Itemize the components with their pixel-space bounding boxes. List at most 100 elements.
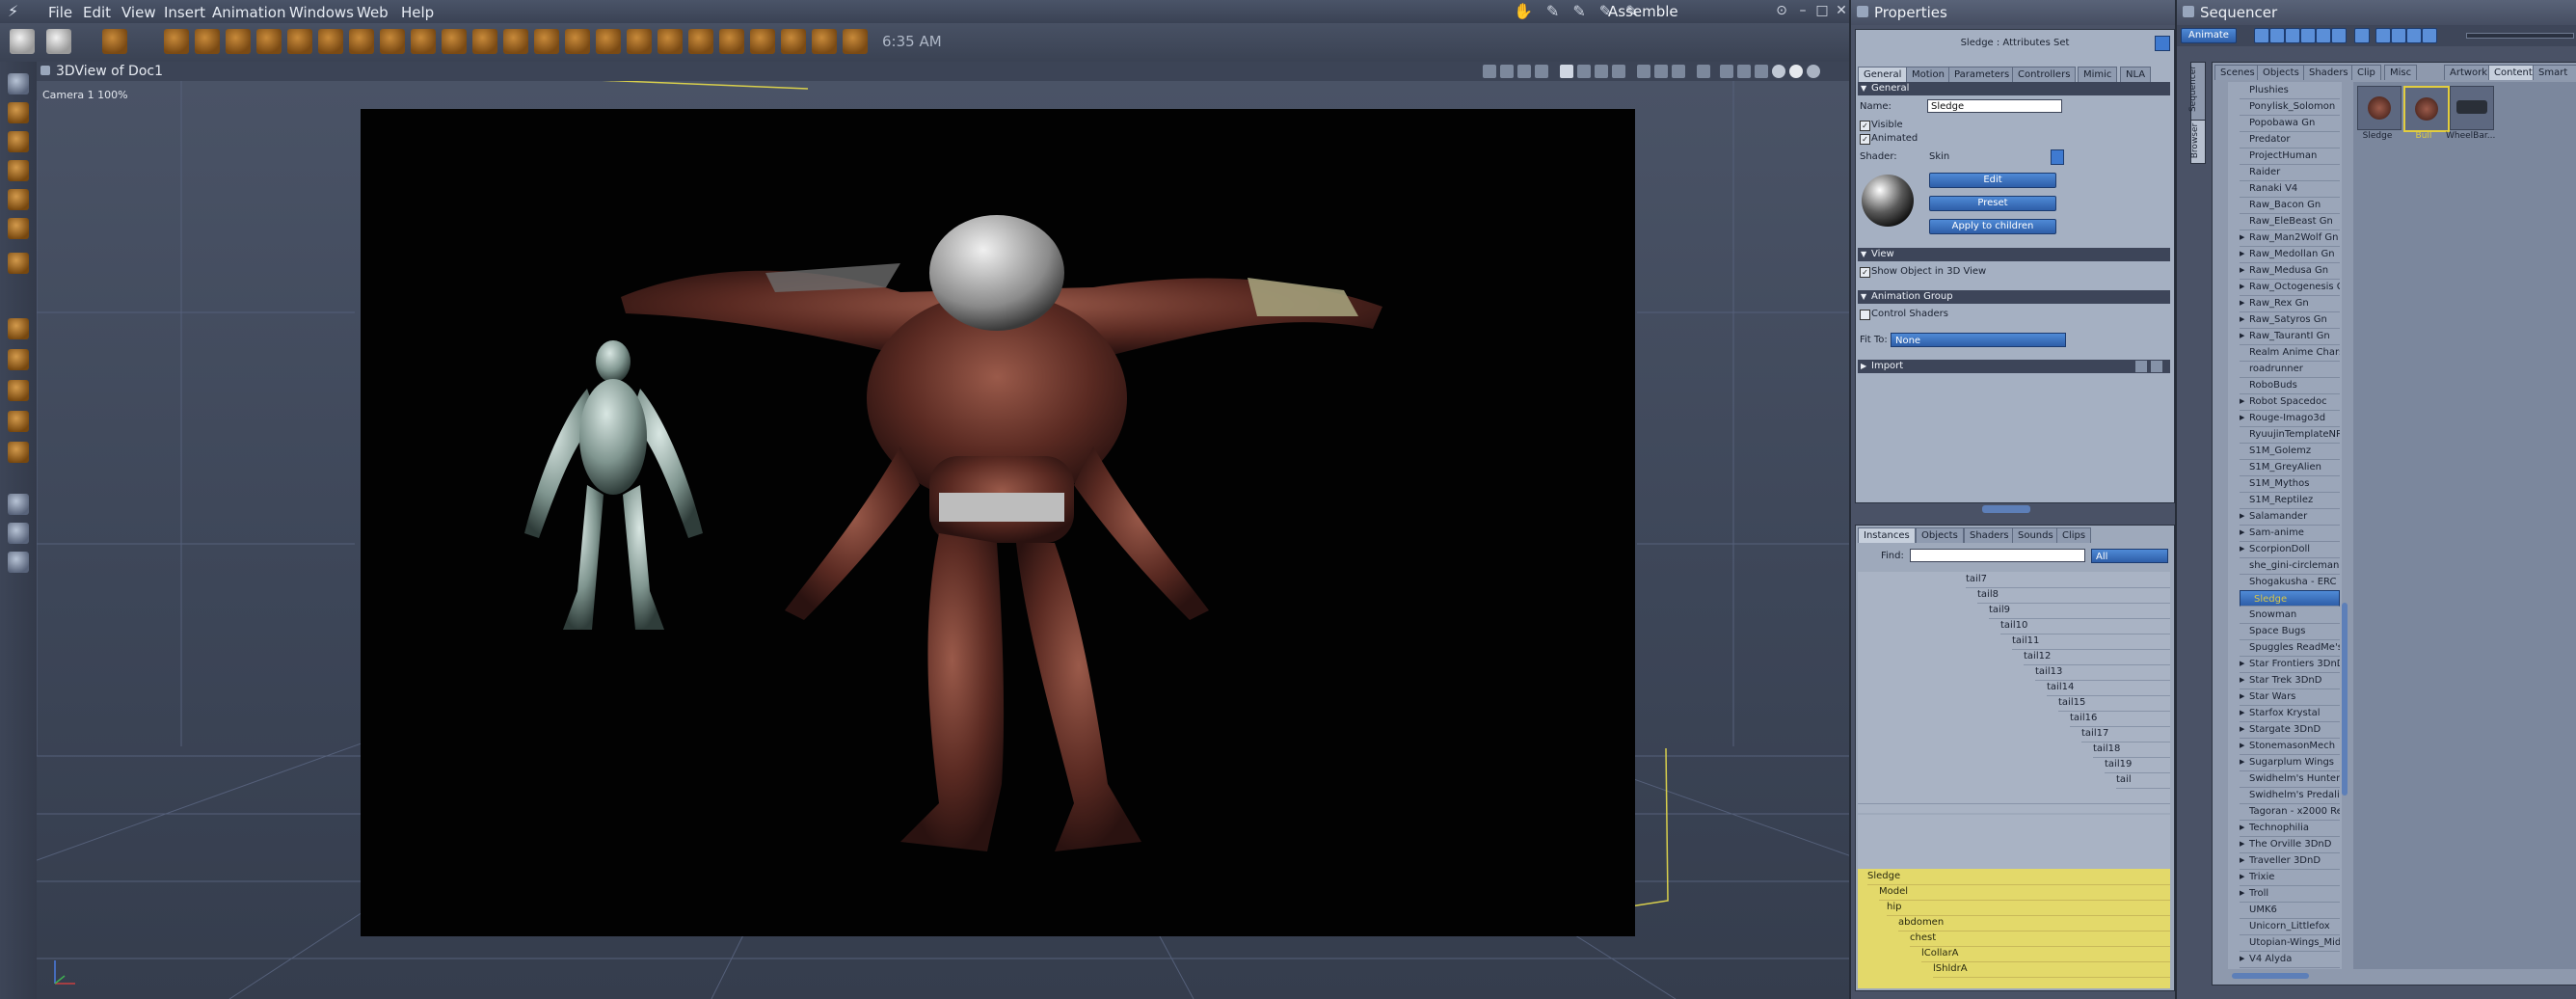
content-folder-item[interactable]: Utopian-Wings_Midnig	[2240, 934, 2340, 952]
content-folder-item[interactable]: Spuggles ReadMe's	[2240, 639, 2340, 657]
preview-icon-3[interactable]	[1755, 65, 1768, 78]
scale-gizmo-icon[interactable]	[8, 411, 29, 432]
content-folder-item[interactable]: ▶ Raw_Medusa Gn	[2240, 262, 2340, 280]
tree-row[interactable]: tail17	[2081, 726, 2170, 742]
control-shaders-checkbox[interactable]	[1860, 310, 1870, 320]
expand-arrow-icon[interactable]: ▶	[2240, 246, 2247, 262]
move-tool-icon[interactable]	[8, 102, 29, 123]
hand-tool-icon[interactable]	[46, 29, 71, 54]
name-field[interactable]: Sledge	[1927, 99, 2062, 113]
expand-arrow-icon[interactable]: ▶	[2240, 311, 2247, 328]
show-in-3d-checkbox[interactable]: ✓	[1860, 267, 1870, 278]
tab-misc[interactable]: Misc	[2384, 65, 2418, 80]
particles-icon[interactable]	[657, 29, 683, 54]
tree-row[interactable]: tail13	[2035, 664, 2170, 681]
tree-row[interactable]: tail10	[2000, 618, 2170, 634]
menu-file[interactable]: File	[48, 4, 72, 21]
hierarchy-row[interactable]: lCollarA	[1921, 946, 2170, 962]
animate-button[interactable]: Animate	[2181, 28, 2237, 43]
expand-arrow-icon[interactable]: ▶	[2240, 820, 2247, 836]
content-folder-item[interactable]: Tagoran - x2000 Read	[2240, 803, 2340, 821]
expand-arrow-icon[interactable]: ▶	[2240, 508, 2247, 525]
terrain-icon[interactable]	[472, 29, 497, 54]
menu-animation[interactable]: Animation	[212, 4, 285, 21]
content-folder-item[interactable]: Sledge	[2240, 590, 2340, 607]
zoom-icon[interactable]	[8, 552, 29, 573]
thumbnail-sledge[interactable]	[2357, 86, 2402, 130]
shading-icon-1[interactable]	[1637, 65, 1650, 78]
wave-icon[interactable]	[688, 29, 713, 54]
tab-content[interactable]: Content	[2488, 65, 2538, 80]
tab-shaders[interactable]: Shaders	[1964, 527, 2015, 543]
hair-icon[interactable]	[596, 29, 621, 54]
content-folder-item[interactable]: UMK6	[2240, 902, 2340, 919]
tree-row[interactable]: tail	[2116, 772, 2170, 789]
step-forward-icon[interactable]	[2316, 28, 2331, 43]
hierarchy-row[interactable]: lShldrA	[1933, 961, 2170, 978]
content-folder-item[interactable]: ▶ Troll	[2240, 885, 2340, 903]
side-tab-sequencer[interactable]: Sequencer	[2188, 62, 2206, 122]
sphere-shade-icon-3[interactable]	[1807, 65, 1820, 78]
content-folder-item[interactable]: ▶ Star Frontiers 3DnD	[2240, 656, 2340, 673]
expand-arrow-icon[interactable]: ▶	[2240, 295, 2247, 311]
preset-button[interactable]: Preset	[1929, 196, 2056, 211]
content-folder-item[interactable]: S1M_Mythos	[2240, 475, 2340, 493]
cone-primitive-icon[interactable]	[256, 29, 282, 54]
tree-row[interactable]: tail18	[2093, 742, 2170, 758]
expand-arrow-icon[interactable]: ▶	[2240, 262, 2247, 279]
content-folder-item[interactable]: ▶ Raw_TaurantI Gn	[2240, 328, 2340, 345]
animation-group-header[interactable]: Animation Group	[1858, 290, 2170, 304]
tab-general[interactable]: General	[1858, 67, 1908, 82]
expand-arrow-icon[interactable]: ▶	[2240, 852, 2247, 869]
single-view-icon[interactable]	[1560, 65, 1573, 78]
group-icon[interactable]	[750, 29, 775, 54]
camera-icon[interactable]	[380, 29, 405, 54]
preview-icon-1[interactable]	[1720, 65, 1733, 78]
view-section-header[interactable]: View	[1858, 248, 2170, 261]
expand-arrow-icon[interactable]: ▶	[2240, 705, 2247, 721]
light-icon[interactable]	[349, 29, 374, 54]
options-icon[interactable]: ⊙	[1774, 3, 1789, 18]
lathe-icon[interactable]	[442, 29, 467, 54]
display-mode-icon-3[interactable]	[1517, 65, 1531, 78]
key-next-icon[interactable]	[2422, 28, 2437, 43]
sequencer-menu-icon[interactable]	[2183, 6, 2194, 17]
torus-primitive-icon[interactable]	[287, 29, 312, 54]
tree-row[interactable]: tail14	[2047, 680, 2170, 696]
sphere-primitive-icon[interactable]	[164, 29, 189, 54]
expand-arrow-icon[interactable]: ▶	[2240, 885, 2247, 902]
content-folder-item[interactable]: ▶ Raw_Medollan Gn	[2240, 246, 2340, 263]
translate-gizmo-icon[interactable]	[8, 318, 29, 339]
content-folder-item[interactable]: ▶ Starfox Krystal	[2240, 705, 2340, 722]
skeleton-icon[interactable]	[812, 29, 837, 54]
go-end-icon[interactable]	[2331, 28, 2347, 43]
quad-view-icon[interactable]	[1595, 65, 1608, 78]
menu-insert[interactable]: Insert	[164, 4, 205, 21]
close-icon[interactable]: ✕	[1834, 3, 1849, 18]
fit-to-dropdown[interactable]: None	[1891, 333, 2066, 347]
content-folder-item[interactable]: Plushies	[2240, 82, 2340, 99]
sphere-shade-icon-1[interactable]	[1772, 65, 1785, 78]
expand-arrow-icon[interactable]: ▶	[2240, 754, 2247, 770]
expand-arrow-icon[interactable]: ▶	[2240, 230, 2247, 246]
tab-clip[interactable]: Clip	[2351, 65, 2381, 80]
content-folder-item[interactable]: Snowman	[2240, 607, 2340, 624]
3d-viewport[interactable]: Camera 1 100%	[37, 81, 1849, 999]
expand-arrow-icon[interactable]: ▶	[2240, 721, 2247, 738]
tree-row[interactable]: tail8	[1977, 587, 2170, 604]
expand-arrow-icon[interactable]: ▶	[2240, 688, 2247, 705]
menu-web[interactable]: Web	[357, 4, 389, 21]
tab-artwork[interactable]: Artwork	[2444, 65, 2494, 80]
content-folder-item[interactable]: S1M_GreyAlien	[2240, 459, 2340, 476]
content-folder-item[interactable]: ▶ Salamander	[2240, 508, 2340, 526]
cylinder-primitive-icon[interactable]	[195, 29, 220, 54]
content-folder-item[interactable]: ▶ Stargate 3DnD	[2240, 721, 2340, 739]
viewport-menu-icon[interactable]	[40, 66, 50, 75]
tool-icon-2[interactable]	[843, 29, 868, 54]
content-folder-item[interactable]: ▶ V4 Alyda	[2240, 951, 2340, 968]
panel-splitter[interactable]	[1982, 505, 2030, 513]
content-folder-item[interactable]: RoboBuds	[2240, 377, 2340, 394]
ik-tool-icon[interactable]	[8, 253, 29, 274]
tab-sounds[interactable]: Sounds	[2012, 527, 2059, 543]
bone-icon[interactable]	[411, 29, 436, 54]
